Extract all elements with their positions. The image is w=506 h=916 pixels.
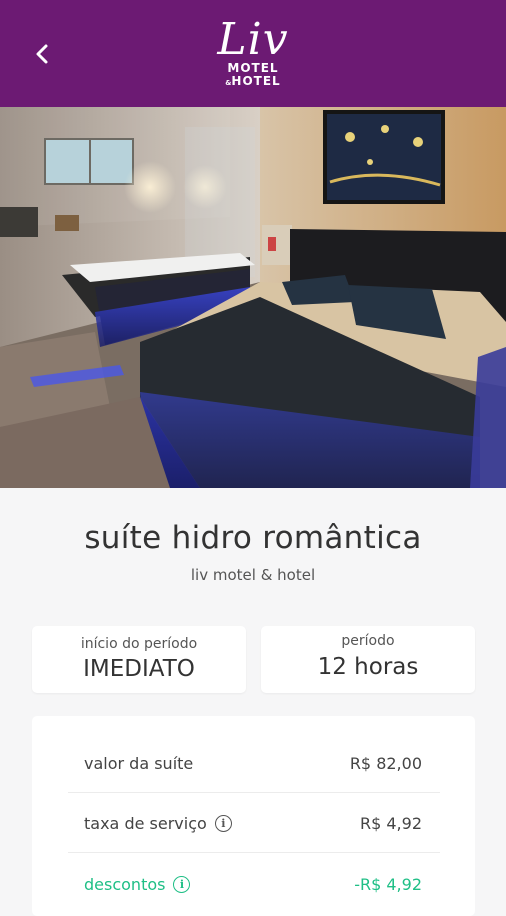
brand-logo: Liv MOTEL &HOTEL (205, 18, 301, 98)
period-label: período (341, 633, 395, 649)
period-card[interactable]: período 12 horas (261, 626, 475, 693)
period-value: 12 horas (317, 654, 419, 680)
logo-script: Liv (217, 14, 289, 65)
info-icon[interactable]: i (173, 876, 191, 893)
price-row-label: valor da suíte (84, 754, 194, 773)
price-row-label: taxa de serviço (84, 814, 207, 833)
logo-line-2-text: HOTEL (231, 74, 281, 88)
suite-location: liv motel & hotel (190, 566, 316, 584)
info-icon[interactable]: i (214, 815, 232, 832)
logo-line-2: &HOTEL (205, 75, 301, 89)
price-row-value: R$ 82,00 (349, 754, 422, 773)
price-row-value: -R$ 4,92 (354, 875, 422, 894)
chevron-left-icon (36, 44, 48, 64)
suite-photo-carousel[interactable] (0, 107, 506, 488)
price-row-label: descontos (84, 875, 166, 894)
price-row-label-wrap: taxa de serviço i (84, 814, 232, 833)
period-start-value: IMEDIATO (83, 656, 195, 682)
price-row-label-wrap: descontos i (84, 875, 191, 894)
suite-name: suíte hidro romântica (84, 520, 422, 556)
suite-photo (0, 107, 506, 488)
period-start-label: início do período (80, 636, 198, 652)
price-row-suite: valor da suíte R$ 82,00 (84, 750, 422, 780)
divider (68, 852, 440, 853)
price-row-service-fee: taxa de serviço i R$ 4,92 (84, 810, 422, 840)
price-row-discounts: descontos i -R$ 4,92 (84, 871, 422, 901)
back-button[interactable] (22, 34, 62, 74)
price-summary: valor da suíte R$ 82,00 taxa de serviço … (32, 716, 475, 916)
app-header: Liv MOTEL &HOTEL (0, 0, 506, 107)
divider (68, 792, 440, 793)
price-row-value: R$ 4,92 (359, 814, 422, 833)
period-start-card[interactable]: início do período IMEDIATO (32, 626, 246, 693)
